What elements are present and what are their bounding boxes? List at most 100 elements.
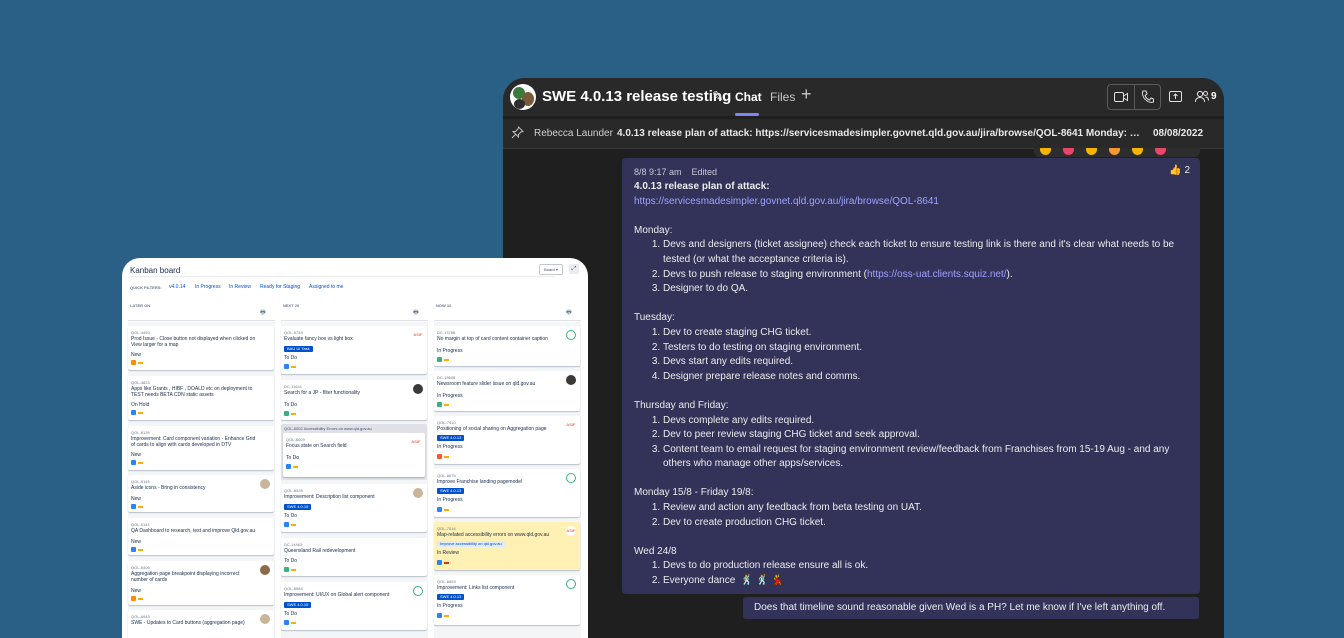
avatar — [260, 565, 270, 575]
audio-call-icon[interactable] — [1141, 90, 1154, 104]
chat-title: SWE 4.0.13 release testing — [542, 88, 732, 105]
kanban-card[interactable]: QOL-5749 Evaluate fancy box vs light box… — [281, 326, 427, 374]
pin-icon — [511, 126, 524, 139]
kanban-card[interactable]: QOL-5406 Aggregation page breakpoint dis… — [128, 561, 274, 605]
list-item: Devs to do production release ensure all… — [663, 559, 1190, 574]
thu-fri-label: Thursday and Friday: — [634, 399, 729, 411]
avatar: ASIF — [566, 526, 576, 536]
quick-filter[interactable]: In Progress — [195, 284, 221, 290]
kanban-card[interactable]: QOL-8584 Improvement: UI/UX on Global al… — [281, 582, 427, 630]
kanban-card[interactable]: DC-11641 Search for a JP - filter functi… — [281, 380, 427, 420]
list-item: Testers to do testing on staging environ… — [663, 341, 1190, 356]
list-item: Content team to email request for stagin… — [663, 443, 1190, 472]
tab-chat[interactable]: Chat — [735, 90, 762, 104]
tab-files[interactable]: Files — [770, 90, 795, 104]
monday-list: Devs and designers (ticket assignee) che… — [634, 238, 1190, 296]
avatar — [566, 473, 576, 483]
epic-group[interactable]: QOL-6002 Accessibility Errors on www.qld… — [281, 424, 427, 480]
column-header-now: NOW 10 — [436, 303, 452, 308]
list-item: Dev to peer review staging CHG ticket an… — [663, 428, 1190, 443]
column-header-later: LATER ON — [130, 303, 151, 308]
tuesday-list: Dev to create staging CHG ticket. Tester… — [634, 326, 1190, 384]
kanban-card[interactable]: QOL-8675 Improve Franchise landing pagem… — [434, 469, 580, 517]
reply-text: Does that timeline sound reasonable give… — [754, 602, 1166, 613]
quick-filter[interactable]: Ready for Staging — [260, 284, 300, 290]
kanban-card[interactable]: QOL-4823 Apps like Grants , HIBF , DOALD… — [128, 376, 274, 420]
pinned-message-bar[interactable]: Rebecca Launder 4.0.13 release plan of a… — [503, 119, 1224, 149]
reaction-picker-strip[interactable] — [1034, 148, 1200, 157]
kanban-card[interactable]: QOL-4493 Prod Issue - Close button not d… — [128, 326, 274, 370]
list-item: Everyone dance 🕺 🕺 💃 — [663, 574, 1190, 589]
quick-filter[interactable]: In Review — [229, 284, 251, 290]
avatar — [566, 375, 576, 385]
staging-link[interactable]: https://oss-uat.clients.squiz.net/ — [867, 269, 1007, 280]
avatar: ASIF — [411, 437, 421, 447]
kanban-card[interactable]: DC-13786 No margin at top of card conten… — [434, 326, 580, 366]
avatar — [260, 614, 270, 624]
list-item: Devs start any edits required. — [663, 355, 1190, 370]
kanban-card[interactable]: QOL-6943 SWE - Updates to Card buttons (… — [128, 610, 274, 638]
tuesday-label: Tuesday: — [634, 312, 675, 324]
pinned-preview: 4.0.13 release plan of attack: https://s… — [617, 128, 1143, 139]
avatar: ASIF — [413, 330, 423, 340]
kanban-card[interactable]: QOL-7410 Positioning of social sharing o… — [434, 416, 580, 464]
quick-filters-label: QUICK FILTERS: — [130, 285, 162, 290]
wed-list: Devs to do production release ensure all… — [634, 559, 1190, 588]
quick-filter[interactable]: Assigned to me — [309, 284, 343, 290]
printer-icon[interactable]: 🖶 — [260, 308, 266, 318]
avatar — [413, 384, 423, 394]
active-tab-indicator — [735, 113, 759, 116]
pinned-date: 08/08/2022 — [1153, 128, 1204, 139]
kanban-card[interactable]: DC-14463 Queensland Rail redevelopment T… — [281, 538, 427, 576]
mon-fri-label: Monday 15/8 - Friday 19/8: — [634, 487, 754, 499]
message-time: 8/8 9:17 am — [634, 167, 682, 177]
reply-message[interactable]: Does that timeline sound reasonable give… — [743, 597, 1199, 619]
board-title: Kanban board — [130, 266, 181, 275]
kanban-card[interactable]: QOL-5141 QA Dashboard to research, test … — [128, 518, 274, 555]
kanban-card[interactable]: QOL-7516 Map-related accessibility error… — [434, 522, 580, 570]
monday-label: Monday: — [634, 224, 673, 236]
message-body: 4.0.13 release plan of attack: https://s… — [634, 180, 1190, 589]
avatar — [566, 579, 576, 589]
pinned-author: Rebecca Launder — [534, 128, 613, 139]
avatar — [413, 488, 423, 498]
expand-icon[interactable]: ⤢ — [569, 264, 579, 274]
jira-link[interactable]: https://servicesmadesimpler.govnet.qld.g… — [634, 195, 1190, 210]
kanban-card[interactable]: QOL-8028 Improvement: Description list c… — [281, 484, 427, 532]
list-item: Designer prepare release notes and comms… — [663, 370, 1190, 385]
like-reaction[interactable]: 👍 2 — [1169, 165, 1190, 176]
wed-label: Wed 24/8 — [634, 545, 677, 557]
chat-header: SWE 4.0.13 release testing ✎ Chat Files … — [503, 78, 1224, 116]
share-screen-icon[interactable] — [1169, 91, 1182, 102]
message-meta: 8/8 9:17 am Edited — [634, 167, 717, 177]
edit-pencil-icon[interactable]: ✎ — [712, 88, 724, 105]
video-call-icon[interactable] — [1114, 91, 1128, 103]
printer-icon[interactable]: 🖶 — [566, 308, 572, 318]
kanban-card[interactable]: QOL-6009 Focus state on Search field To … — [283, 433, 425, 477]
mon-fri-list: Review and action any feedback from beta… — [634, 501, 1190, 530]
list-item: Devs and designers (ticket assignee) che… — [663, 238, 1190, 267]
avatar — [566, 330, 576, 340]
plan-heading: 4.0.13 release plan of attack: — [634, 181, 770, 192]
kanban-card[interactable]: QOL-5145 Aside icons - Bring in consiste… — [128, 475, 274, 512]
teams-chat-window: SWE 4.0.13 release testing ✎ Chat Files … — [503, 78, 1224, 638]
kanban-card[interactable]: QOL-6653 Improvement: Links list compone… — [434, 575, 580, 625]
list-item: Devs complete any edits required. — [663, 414, 1190, 429]
thu-fri-list: Devs complete any edits required. Dev to… — [634, 414, 1190, 472]
column-header-next: NEXT 20 — [283, 303, 300, 308]
message-edited-label: Edited — [691, 167, 718, 177]
kanban-card[interactable]: QOL-8139 Improvement: Card component var… — [128, 426, 274, 470]
group-avatar[interactable] — [510, 84, 536, 110]
jira-kanban-window: Kanban board Board ▾ ⤢ QUICK FILTERS: v4… — [122, 258, 588, 638]
add-tab-icon[interactable]: + — [801, 84, 812, 105]
kanban-card[interactable]: DC-15608 Newsroom feature slider issue o… — [434, 371, 580, 411]
quick-filter[interactable]: v4.0.14 — [169, 284, 185, 290]
chat-message[interactable]: 8/8 9:17 am Edited 👍 2 4.0.13 release pl… — [622, 158, 1200, 594]
list-item: Dev to create staging CHG ticket. — [663, 326, 1190, 341]
printer-icon[interactable]: 🖶 — [413, 308, 419, 318]
avatar — [413, 586, 423, 596]
participants-icon[interactable] — [1195, 90, 1209, 103]
board-select[interactable]: Board ▾ — [539, 264, 563, 275]
reaction-count: 2 — [1184, 165, 1190, 176]
list-item: Devs to push release to staging environm… — [663, 268, 1190, 283]
